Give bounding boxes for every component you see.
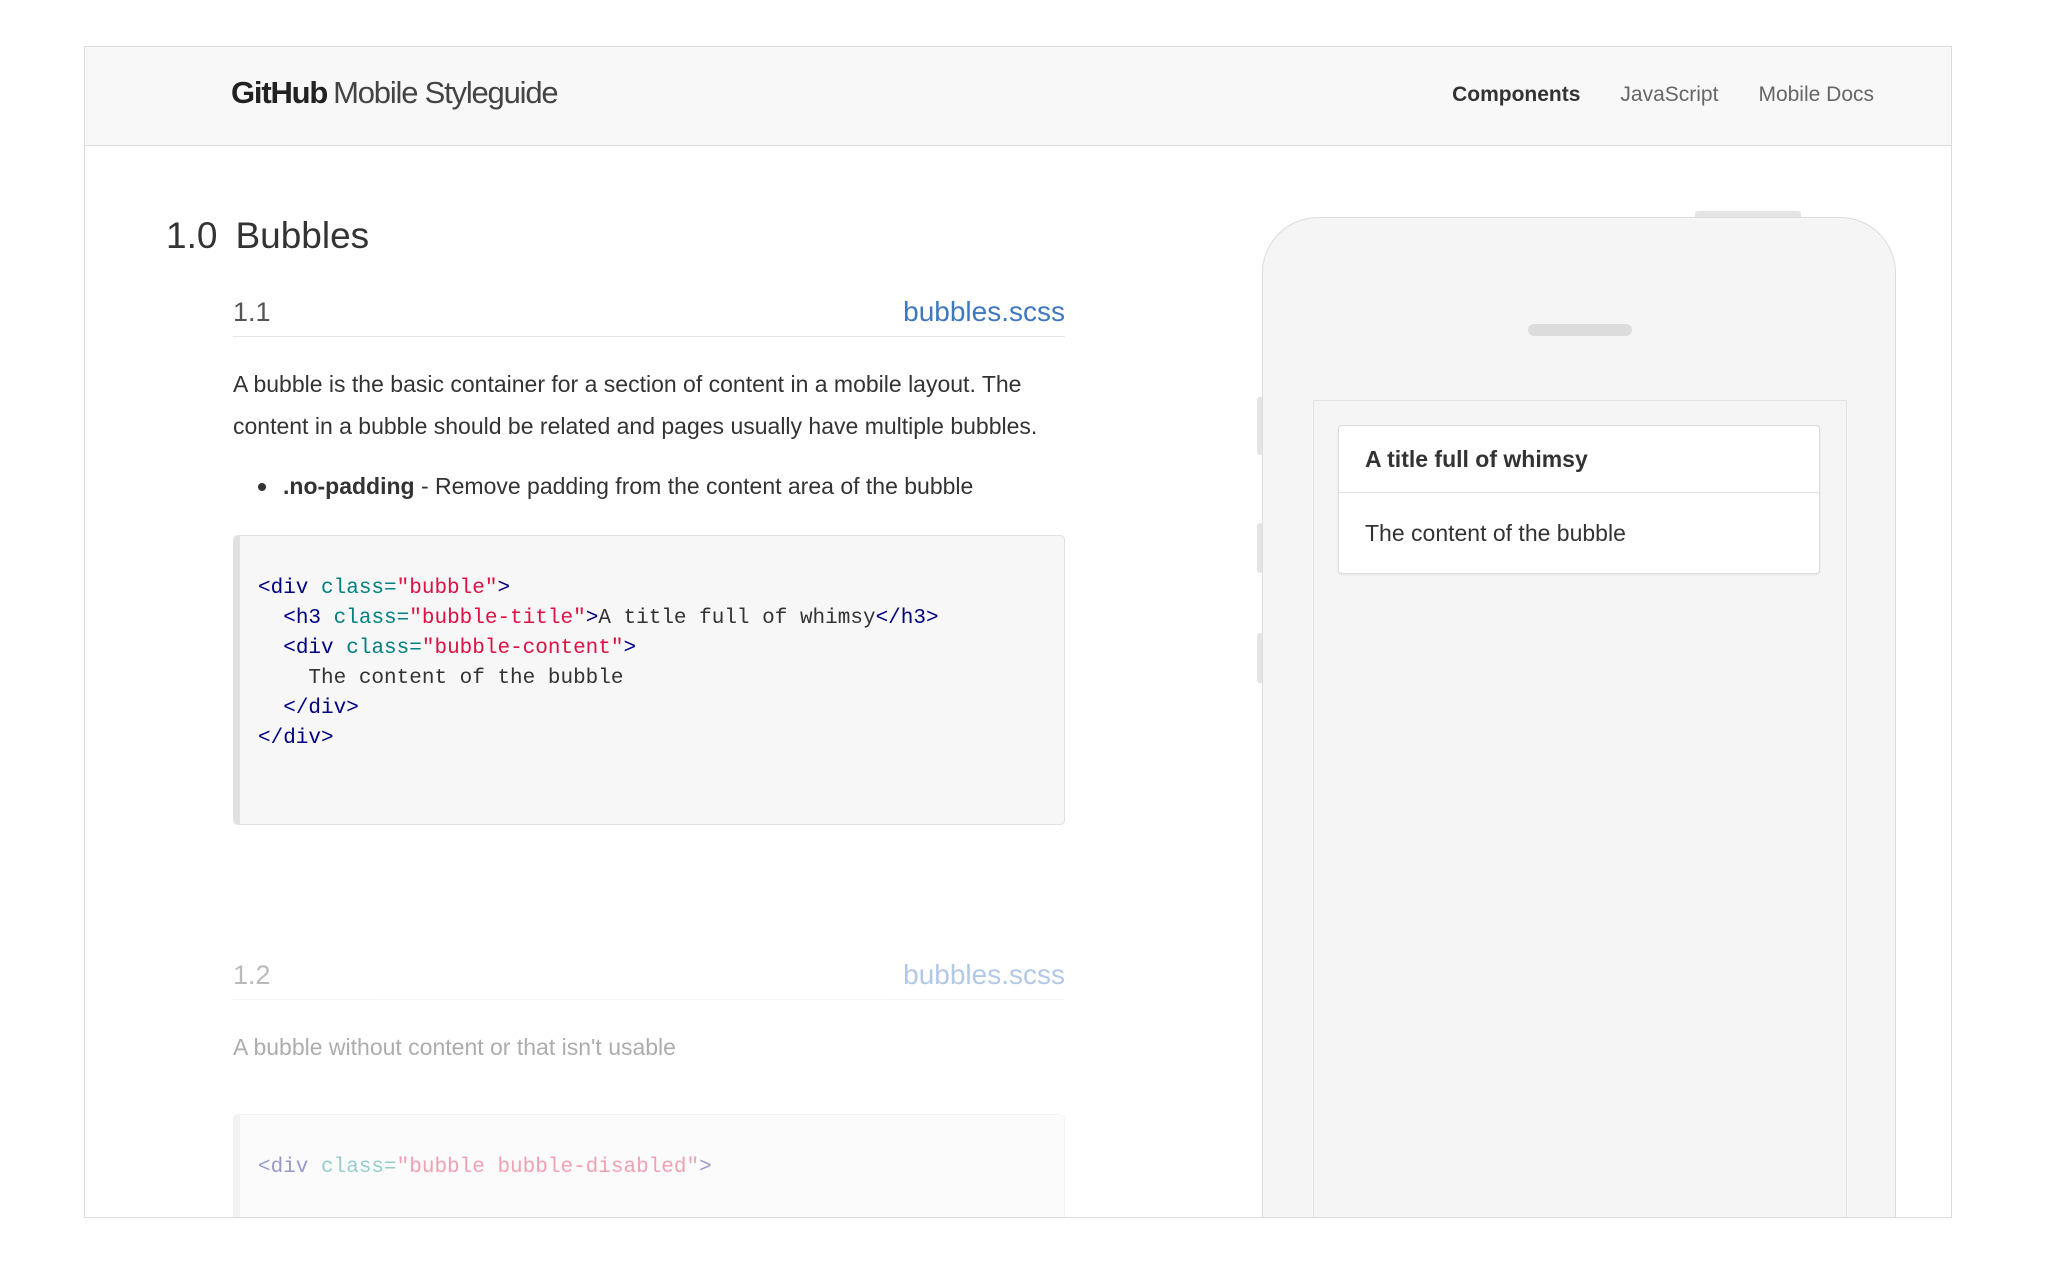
source-file-link[interactable]: bubbles.scss	[903, 959, 1065, 991]
modifier-description: - Remove padding from the content area o…	[414, 473, 974, 499]
modifier-name: .no-padding	[283, 473, 415, 499]
modifier-item: .no-padding - Remove padding from the co…	[233, 465, 1065, 507]
nav-javascript[interactable]: JavaScript	[1620, 83, 1718, 107]
example-1-2: 1.2 bubbles.scss A bubble without conten…	[233, 950, 1065, 1217]
source-file-link[interactable]: bubbles.scss	[903, 296, 1065, 328]
section-title: 1.0 Bubbles	[166, 215, 369, 257]
preview-bubble: A title full of whimsy The content of th…	[1338, 425, 1820, 574]
logo-subtitle: Mobile Styleguide	[333, 75, 559, 110]
main-nav: Components JavaScript Mobile Docs	[1452, 83, 1874, 107]
code-block: <div class="bubble bubble-disabled">	[233, 1114, 1065, 1217]
bubble-content: The content of the bubble	[1365, 520, 1626, 546]
phone-speaker	[1528, 324, 1632, 336]
example-description: A bubble without content or that isn't u…	[233, 1034, 676, 1060]
example-number: 1.2	[233, 960, 271, 990]
logo-mark: GitHub	[231, 75, 328, 110]
nav-components[interactable]: Components	[1452, 83, 1580, 107]
example-description: A bubble is the basic container for a se…	[233, 371, 1038, 439]
phone-screen: A title full of whimsy The content of th…	[1313, 400, 1847, 1217]
example-number: 1.1	[233, 297, 271, 327]
section-name: Bubbles	[235, 215, 370, 256]
modifier-list: .no-padding - Remove padding from the co…	[233, 465, 1065, 507]
bubble-title: A title full of whimsy	[1339, 426, 1819, 493]
example-header: 1.1 bubbles.scss	[233, 287, 1065, 337]
styleguide-frame: GitHub Mobile Styleguide Components Java…	[84, 46, 1952, 1218]
site-logo[interactable]: GitHub Mobile Styleguide	[231, 75, 559, 111]
example-1-1: 1.1 bubbles.scss A bubble is the basic c…	[233, 287, 1065, 825]
nav-mobile-docs[interactable]: Mobile Docs	[1758, 83, 1874, 107]
example-header: 1.2 bubbles.scss	[233, 950, 1065, 1000]
phone-preview: A title full of whimsy The content of th…	[1262, 217, 1896, 1217]
code-block: <div class="bubble"> <h3 class="bubble-t…	[233, 535, 1065, 825]
section-number: 1.0	[166, 215, 218, 256]
top-navbar: GitHub Mobile Styleguide Components Java…	[85, 47, 1951, 146]
